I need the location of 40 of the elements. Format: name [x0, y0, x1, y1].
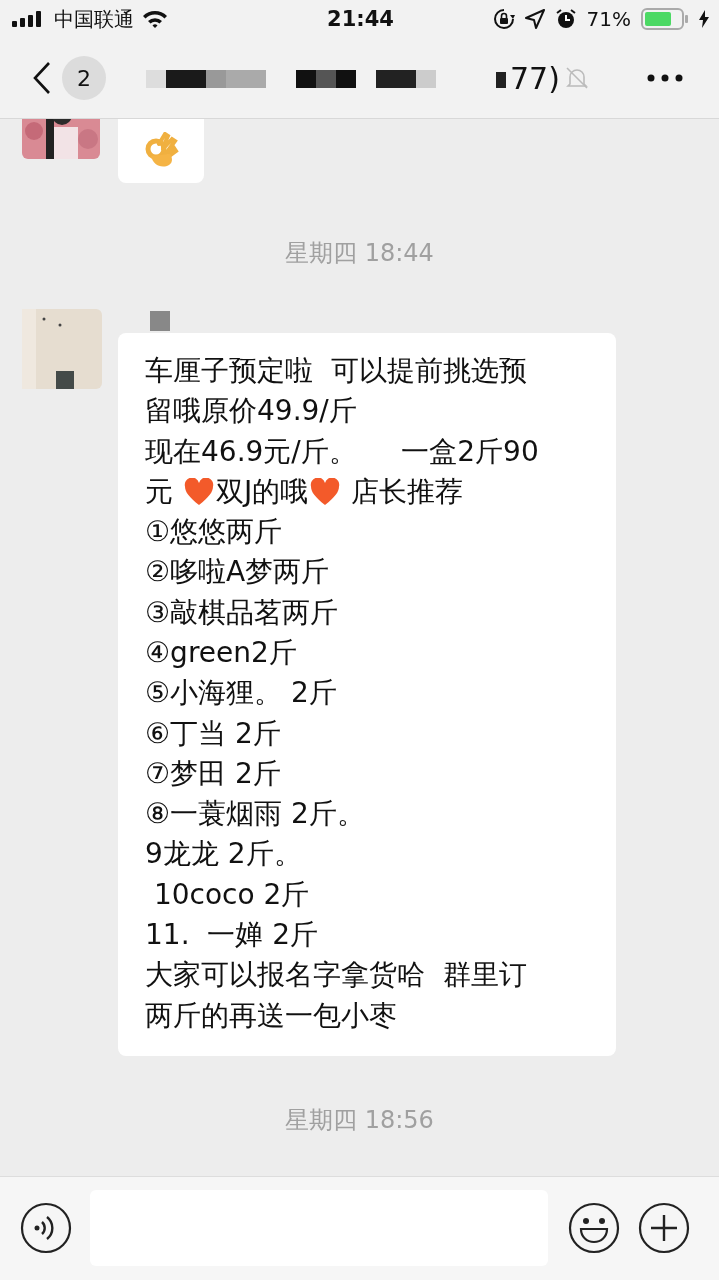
rotation-lock-icon — [492, 8, 515, 31]
charging-icon — [699, 10, 709, 29]
message-text: 现在46.9元/斤。 一盒2斤90 — [145, 433, 539, 470]
message-text: 双J的哦 — [215, 473, 309, 510]
redaction-mosaic — [150, 310, 170, 331]
message-text: ④green2斤 — [145, 635, 297, 671]
message-text: 元 — [145, 473, 174, 510]
carrier-name: 中国联通 — [54, 5, 134, 33]
unread-count-badge[interactable]: 2 — [62, 56, 106, 101]
message-text: ⑥丁当 2斤 — [145, 715, 281, 752]
heart-icon — [183, 477, 214, 506]
location-icon — [524, 9, 545, 30]
emoji-icon[interactable] — [568, 1202, 620, 1255]
message-text: 两斤的再送一包小枣 — [145, 997, 397, 1034]
add-icon[interactable] — [638, 1202, 690, 1255]
message-text: 9龙龙 2斤。 — [145, 836, 302, 873]
clock-time: 21:44 — [327, 7, 394, 32]
back-icon[interactable] — [32, 61, 52, 96]
message-text: 10coco 2斤 — [152, 876, 310, 913]
message-text: ③敲棋品茗两斤 — [145, 594, 339, 631]
battery-percent: 71% — [586, 7, 631, 32]
alarm-icon — [554, 8, 577, 31]
timestamp: 星期四 18:44 — [285, 237, 434, 269]
message-text: ⑤小海狸。 2斤 — [145, 675, 337, 712]
message-text: 店长推荐 — [350, 473, 464, 510]
chat-title: 77) — [510, 60, 560, 96]
message-text: ⑧一蓑烟雨 2斤。 — [145, 796, 365, 833]
message-text: 留哦原价49.9/斤 — [145, 393, 357, 430]
message-text: 11. 一婵 2斤 — [145, 917, 319, 954]
message-text: ①悠悠两斤 — [145, 514, 283, 551]
more-icon[interactable] — [647, 74, 683, 83]
timestamp: 星期四 18:56 — [285, 1104, 434, 1136]
message-text: ②哆啦A梦两斤 — [145, 554, 330, 591]
message-text: 车厘子预定啦 可以提前挑选预 — [145, 352, 527, 389]
heart-icon — [310, 477, 341, 506]
message-text: 大家可以报名字拿货哈 群里订 — [145, 957, 527, 994]
battery-icon — [641, 8, 689, 31]
voice-icon[interactable] — [20, 1202, 72, 1255]
wifi-icon — [142, 9, 168, 30]
message-text: ⑦梦田 2斤 — [145, 755, 281, 792]
